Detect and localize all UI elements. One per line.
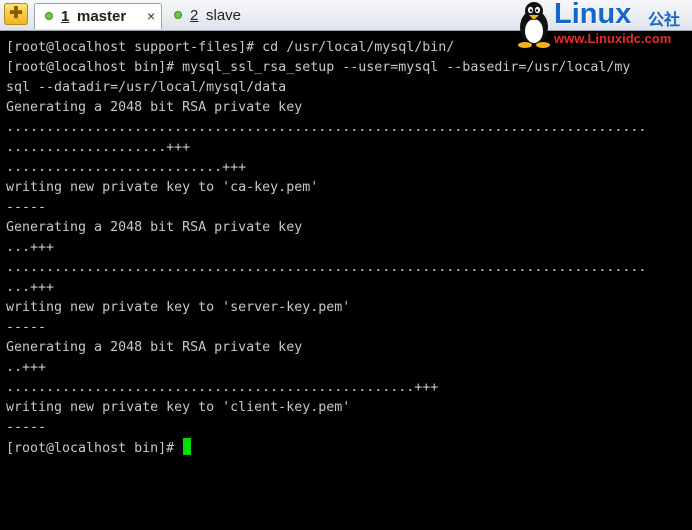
terminal-line: ...+++ — [6, 280, 55, 295]
terminal-line: writing new private key to 'client-key.p… — [6, 400, 351, 415]
tab-number: 1 — [61, 8, 70, 25]
text-cursor — [183, 438, 192, 455]
tab-number: 2 — [190, 7, 199, 24]
tab-master[interactable]: 1 master × — [34, 3, 162, 29]
terminal-line: ...+++ — [6, 240, 55, 255]
terminal-line: ----- — [6, 200, 47, 215]
terminal-line: ....................+++ — [6, 140, 191, 155]
linuxidc-watermark: Linux 公社 www.Linuxidc.com — [510, 0, 692, 50]
terminal-line: Generating a 2048 bit RSA private key — [6, 220, 303, 235]
brand-url: www.Linuxidc.com — [554, 31, 672, 46]
terminal-line: ........................................… — [6, 260, 647, 275]
shell-prompt: [root@localhost bin]# — [6, 441, 183, 456]
prompt-line[interactable]: [root@localhost bin]# — [6, 438, 692, 458]
terminal-line: ..+++ — [6, 360, 47, 375]
terminal-output[interactable]: [root@localhost support-files]# cd /usr/… — [0, 31, 692, 530]
terminal-line: ........................................… — [6, 380, 439, 395]
terminal-line: Generating a 2048 bit RSA private key — [6, 100, 303, 115]
tab-label: master — [77, 8, 127, 25]
brand-name-cn: 公社 — [648, 12, 681, 29]
terminal-line: Generating a 2048 bit RSA private key — [6, 340, 303, 355]
new-session-button[interactable]: ✚ — [4, 3, 28, 25]
terminal-line: ........................................… — [6, 120, 647, 135]
new-session-icon: ✚ — [9, 5, 23, 22]
terminal-line: [root@localhost bin]# mysql_ssl_rsa_setu… — [6, 60, 631, 75]
connected-status-icon — [174, 11, 182, 19]
brand-name: Linux — [554, 0, 632, 30]
terminal-line: ...........................+++ — [6, 160, 247, 175]
tab-label: slave — [206, 7, 242, 24]
terminal-line: ----- — [6, 420, 47, 435]
tux-penguin-icon — [518, 2, 550, 48]
terminal-line: writing new private key to 'server-key.p… — [6, 300, 351, 315]
connected-status-icon — [45, 12, 53, 20]
terminal-line: ----- — [6, 320, 47, 335]
terminal-lines: [root@localhost support-files]# cd /usr/… — [6, 38, 692, 458]
terminal-line: sql --datadir=/usr/local/mysql/data — [6, 80, 287, 95]
tab-slave[interactable]: 2 slave — [168, 3, 268, 29]
close-tab-icon[interactable]: × — [147, 8, 155, 24]
terminal-line: writing new private key to 'ca-key.pem' — [6, 180, 319, 195]
